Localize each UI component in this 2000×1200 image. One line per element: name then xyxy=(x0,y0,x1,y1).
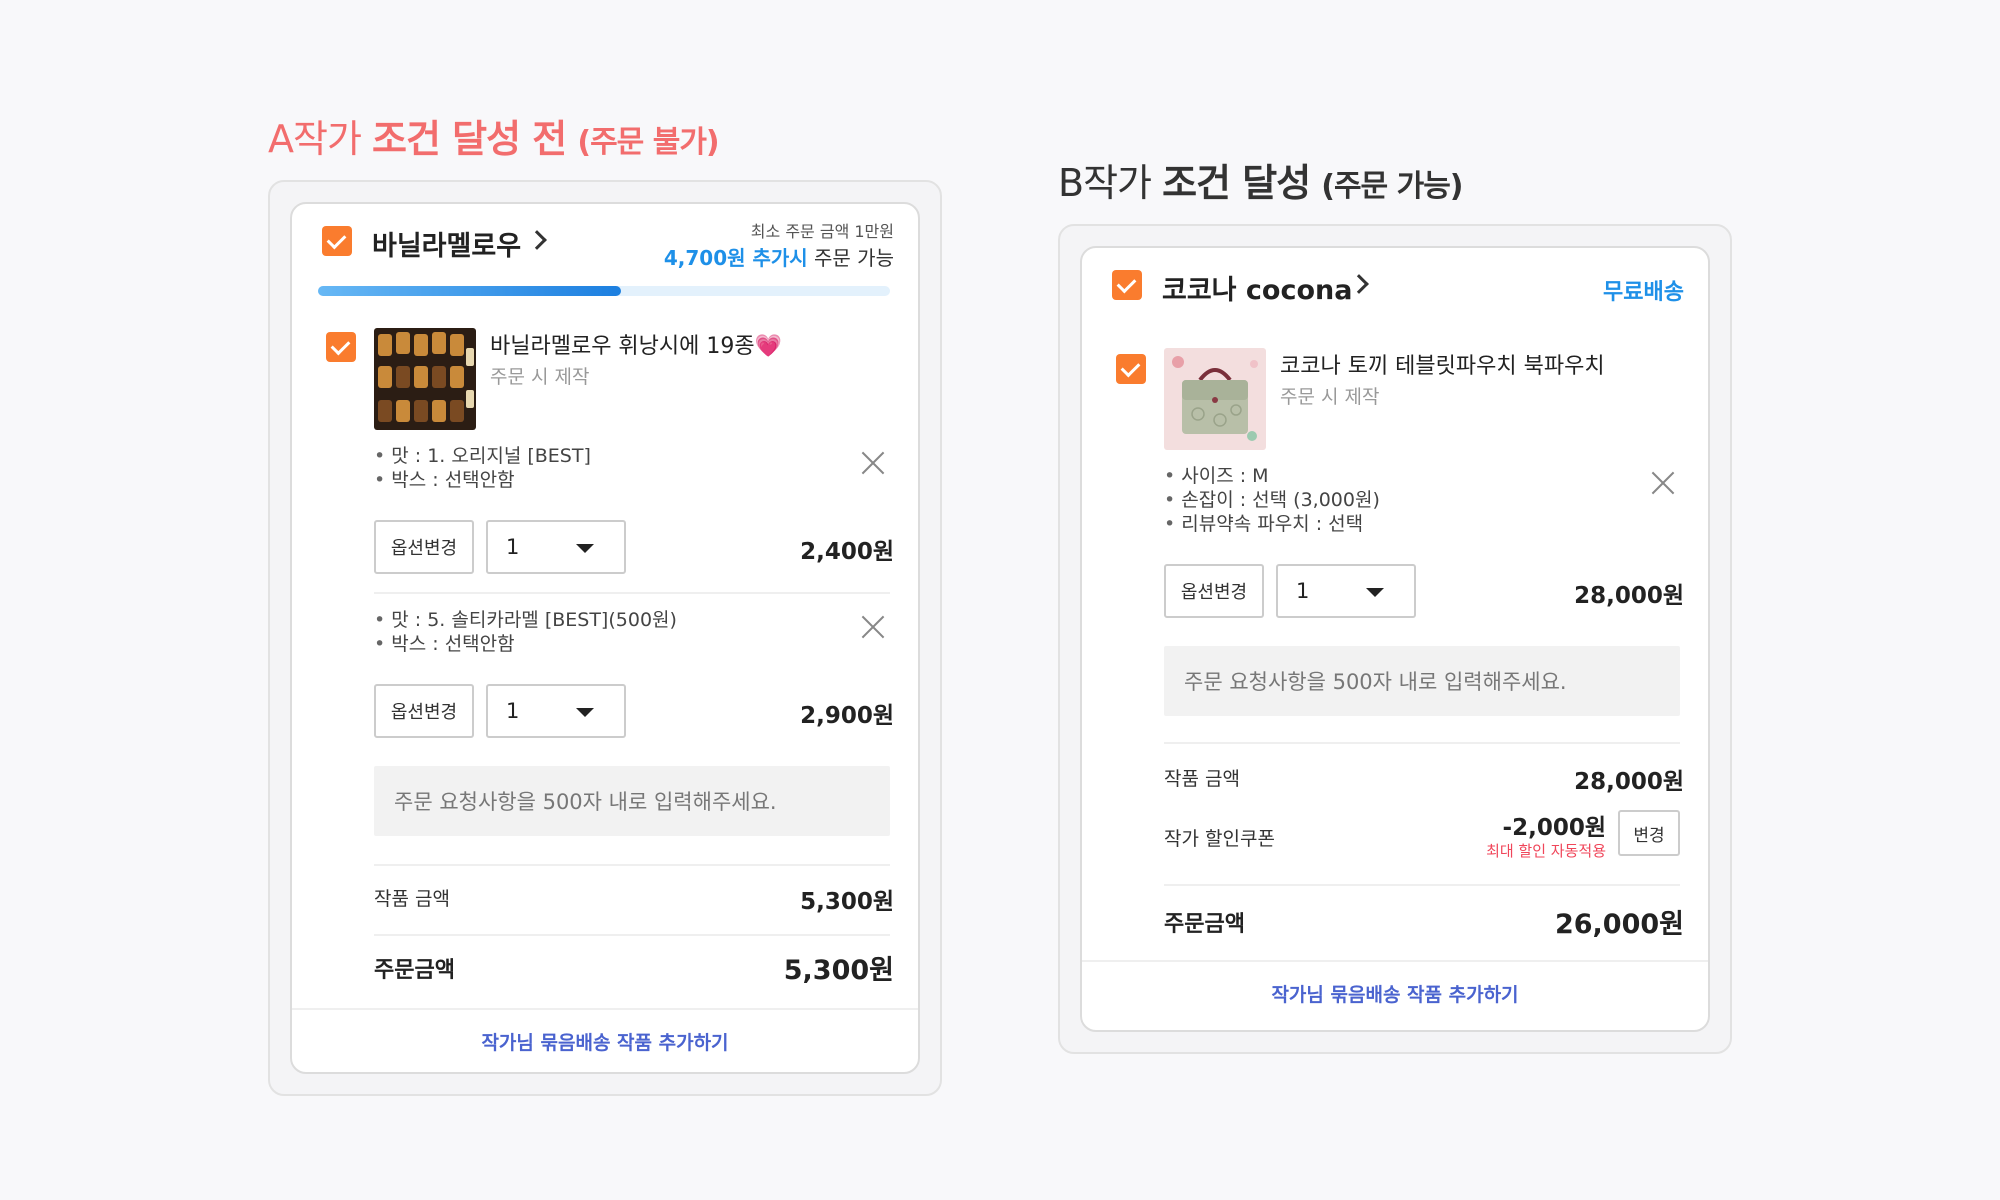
divider xyxy=(1164,742,1680,744)
option-line: 박스 : 선택안함 xyxy=(374,632,677,656)
cart-frame-b: 코코나 cocona 무료배송 코코나 토끼 테블릿파우치 북파우치 주문 시 … xyxy=(1058,224,1732,1054)
min-order-progress xyxy=(318,286,890,296)
option-lines: 사이즈 : M 손잡이 : 선택 (3,000원) 리뷰약속 파우치 : 선택 xyxy=(1164,464,1380,536)
close-icon[interactable] xyxy=(860,450,886,476)
divider xyxy=(374,592,890,594)
close-icon[interactable] xyxy=(860,614,886,640)
caret-down-icon xyxy=(1366,588,1384,597)
order-memo-input[interactable]: 주문 요청사항을 500자 내로 입력해주세요. xyxy=(1164,646,1680,716)
chevron-right-icon[interactable] xyxy=(527,230,547,250)
quantity-value: 1 xyxy=(1296,579,1310,603)
total-value: 26,000원 xyxy=(1554,909,1684,940)
subtotal-label: 작품 금액 xyxy=(374,888,450,910)
heading-b-emphasis: 조건 달성 xyxy=(1162,161,1311,205)
option-line: 사이즈 : M xyxy=(1164,464,1380,488)
shop-checkbox[interactable] xyxy=(322,226,352,256)
option-lines: 맛 : 5. 솔티카라멜 [BEST](500원) 박스 : 선택안함 xyxy=(374,608,677,656)
order-memo-input[interactable]: 주문 요청사항을 500자 내로 입력해주세요. xyxy=(374,766,890,836)
total-label: 주문금액 xyxy=(374,958,455,983)
subtotal-label: 작품 금액 xyxy=(1164,768,1240,790)
product-thumbnail[interactable] xyxy=(374,328,476,430)
coupon-value: -2,000원 xyxy=(1502,815,1606,841)
subtotal-value: 5,300원 xyxy=(800,889,894,915)
divider xyxy=(374,864,890,866)
heading-a: A작가 조건 달성 전 (주문 불가) xyxy=(268,108,720,163)
heading-b-prefix: B작가 xyxy=(1058,161,1163,205)
heading-b: B작가 조건 달성 (주문 가능) xyxy=(1058,152,1464,207)
need-more-text: 4,700원 추가시 주문 가능 xyxy=(664,242,894,271)
need-more-amount: 4,700원 추가시 xyxy=(663,246,808,270)
heading-a-emphasis: 조건 달성 전 xyxy=(372,117,567,161)
heading-a-paren: (주문 불가) xyxy=(577,125,719,160)
quantity-value: 1 xyxy=(506,535,520,559)
divider xyxy=(374,934,890,936)
product-thumbnail[interactable] xyxy=(1164,348,1266,450)
cart-frame-a: 바닐라멜로우 최소 주문 금액 1만원 4,700원 추가시 주문 가능 바닐라… xyxy=(268,180,942,1096)
total-value: 5,300원 xyxy=(783,955,894,986)
quantity-select[interactable]: 1 xyxy=(1276,564,1416,618)
option-line: 리뷰약속 파우치 : 선택 xyxy=(1164,512,1380,536)
option-lines: 맛 : 1. 오리지널 [BEST] 박스 : 선택안함 xyxy=(374,444,591,492)
item-subtitle: 주문 시 제작 xyxy=(490,366,590,388)
cart-card-b: 코코나 cocona 무료배송 코코나 토끼 테블릿파우치 북파우치 주문 시 … xyxy=(1080,246,1710,1032)
option-price: 2,400원 xyxy=(800,539,894,565)
add-bundle-link[interactable]: 작가님 묶음배송 작품 추가하기 xyxy=(292,1028,918,1055)
caret-down-icon xyxy=(576,544,594,553)
option-line: 맛 : 5. 솔티카라멜 [BEST](500원) xyxy=(374,608,677,632)
option-line: 손잡이 : 선택 (3,000원) xyxy=(1164,488,1380,512)
heading-a-prefix: A작가 xyxy=(268,117,372,161)
subtotal-value: 28,000원 xyxy=(1574,769,1684,795)
heading-b-paren: (주문 가능) xyxy=(1321,169,1463,204)
divider xyxy=(1082,960,1708,962)
quantity-select[interactable]: 1 xyxy=(486,520,626,574)
progress-fill xyxy=(318,286,622,296)
add-bundle-link[interactable]: 작가님 묶음배송 작품 추가하기 xyxy=(1082,980,1708,1007)
option-price: 2,900원 xyxy=(800,703,894,729)
item-title[interactable]: 코코나 토끼 테블릿파우치 북파우치 xyxy=(1280,348,1605,380)
shop-name[interactable]: 바닐라멜로우 xyxy=(372,224,521,263)
option-change-button[interactable]: 옵션변경 xyxy=(374,684,474,738)
option-price: 28,000원 xyxy=(1574,583,1684,609)
caret-down-icon xyxy=(576,708,594,717)
shop-name[interactable]: 코코나 cocona xyxy=(1162,268,1352,307)
option-line: 맛 : 1. 오리지널 [BEST] xyxy=(374,444,591,468)
item-subtitle: 주문 시 제작 xyxy=(1280,386,1380,408)
coupon-change-button[interactable]: 변경 xyxy=(1618,810,1680,856)
item-checkbox[interactable] xyxy=(326,332,356,362)
option-change-button[interactable]: 옵션변경 xyxy=(1164,564,1264,618)
coupon-note: 최대 할인 자동적용 xyxy=(1486,842,1606,860)
free-shipping-badge: 무료배송 xyxy=(1603,280,1684,305)
divider xyxy=(292,1008,918,1010)
need-more-suffix: 주문 가능 xyxy=(807,246,894,270)
quantity-select[interactable]: 1 xyxy=(486,684,626,738)
coupon-label: 작가 할인쿠폰 xyxy=(1164,828,1275,850)
option-line: 박스 : 선택안함 xyxy=(374,468,591,492)
divider xyxy=(1164,884,1680,886)
option-change-button[interactable]: 옵션변경 xyxy=(374,520,474,574)
min-order-text: 최소 주문 금액 1만원 xyxy=(750,222,894,241)
item-checkbox[interactable] xyxy=(1116,354,1146,384)
cart-card-a: 바닐라멜로우 최소 주문 금액 1만원 4,700원 추가시 주문 가능 바닐라… xyxy=(290,202,920,1074)
quantity-value: 1 xyxy=(506,699,520,723)
shop-checkbox[interactable] xyxy=(1112,270,1142,300)
total-label: 주문금액 xyxy=(1164,912,1245,937)
close-icon[interactable] xyxy=(1650,470,1676,496)
item-title[interactable]: 바닐라멜로우 휘낭시에 19종💗 xyxy=(490,328,782,360)
